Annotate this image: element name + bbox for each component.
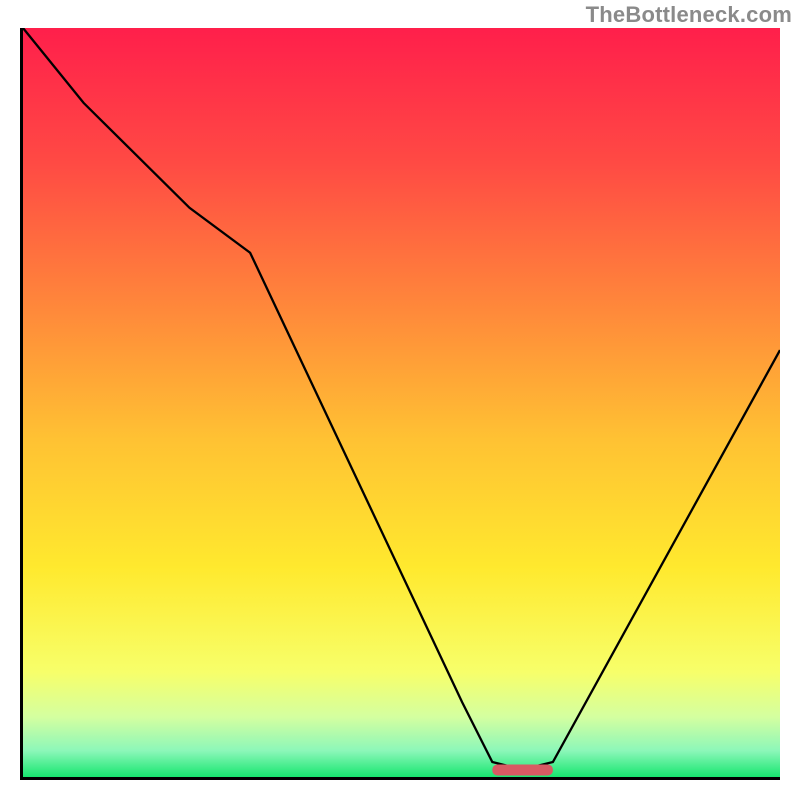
watermark-text: TheBottleneck.com <box>586 2 792 28</box>
chart-plot <box>23 28 780 777</box>
x-axis <box>20 777 780 780</box>
optimum-marker <box>492 765 553 776</box>
gradient-background <box>23 28 780 777</box>
